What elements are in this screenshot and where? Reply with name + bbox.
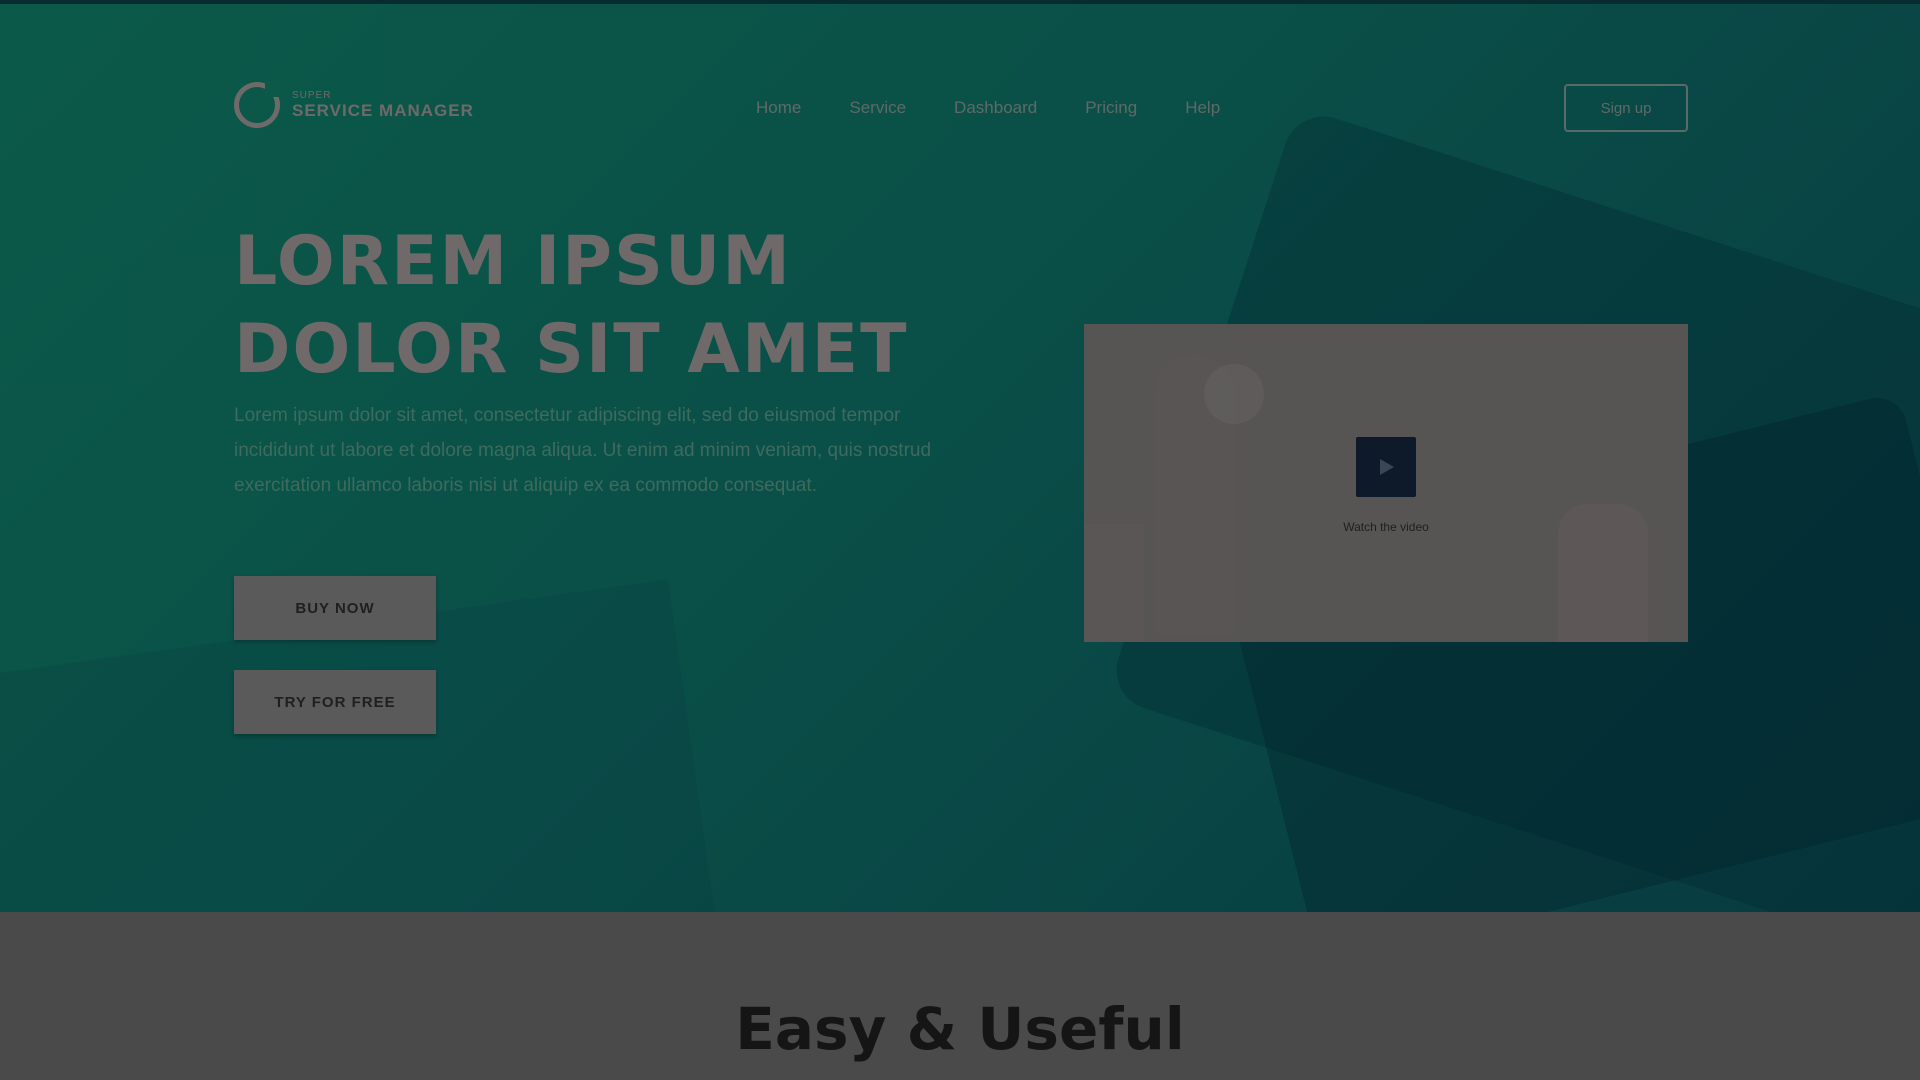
video-thumbnail-shape	[1204, 364, 1264, 424]
section-title: Easy & Useful	[735, 995, 1185, 1063]
landing-page: SUPER SERVICE MANAGER Home Service Dashb…	[0, 0, 1920, 1080]
signup-button[interactable]: Sign up	[1564, 84, 1688, 132]
nav-home[interactable]: Home	[756, 98, 801, 118]
nav-links: Home Service Dashboard Pricing Help	[756, 98, 1220, 118]
logo-tagline: SUPER	[292, 89, 332, 101]
top-bar	[0, 0, 1920, 4]
logo-name: SERVICE MANAGER	[292, 100, 474, 120]
buy-now-button[interactable]: BUY NOW	[234, 576, 436, 640]
nav-dashboard[interactable]: Dashboard	[954, 98, 1037, 118]
features-section: Easy & Useful	[0, 912, 1920, 1080]
logo-text: SUPER SERVICE MANAGER	[292, 90, 474, 121]
play-icon	[1380, 459, 1394, 475]
hero-title-line-2: DOLOR SIT AMET	[234, 310, 909, 389]
hero-title-line-1: LOREM IPSUM	[234, 222, 792, 301]
logo[interactable]: SUPER SERVICE MANAGER	[234, 81, 474, 128]
video-card[interactable]: Watch the video	[1084, 324, 1688, 642]
hero-section: SUPER SERVICE MANAGER Home Service Dashb…	[0, 0, 1920, 912]
nav-pricing[interactable]: Pricing	[1085, 98, 1137, 118]
hero-description: Lorem ipsum dolor sit amet, consectetur …	[234, 405, 932, 496]
logo-icon	[234, 81, 281, 128]
video-label: Watch the video	[1343, 520, 1429, 534]
nav-help[interactable]: Help	[1185, 98, 1220, 118]
hero-title: LOREM IPSUM DOLOR SIT AMET	[234, 218, 908, 394]
try-for-free-button[interactable]: TRY FOR FREE	[234, 670, 436, 734]
nav-service[interactable]: Service	[849, 98, 906, 118]
video-thumbnail-shape	[1084, 524, 1144, 642]
play-button[interactable]	[1356, 437, 1416, 497]
navbar: SUPER SERVICE MANAGER Home Service Dashb…	[234, 80, 1688, 140]
